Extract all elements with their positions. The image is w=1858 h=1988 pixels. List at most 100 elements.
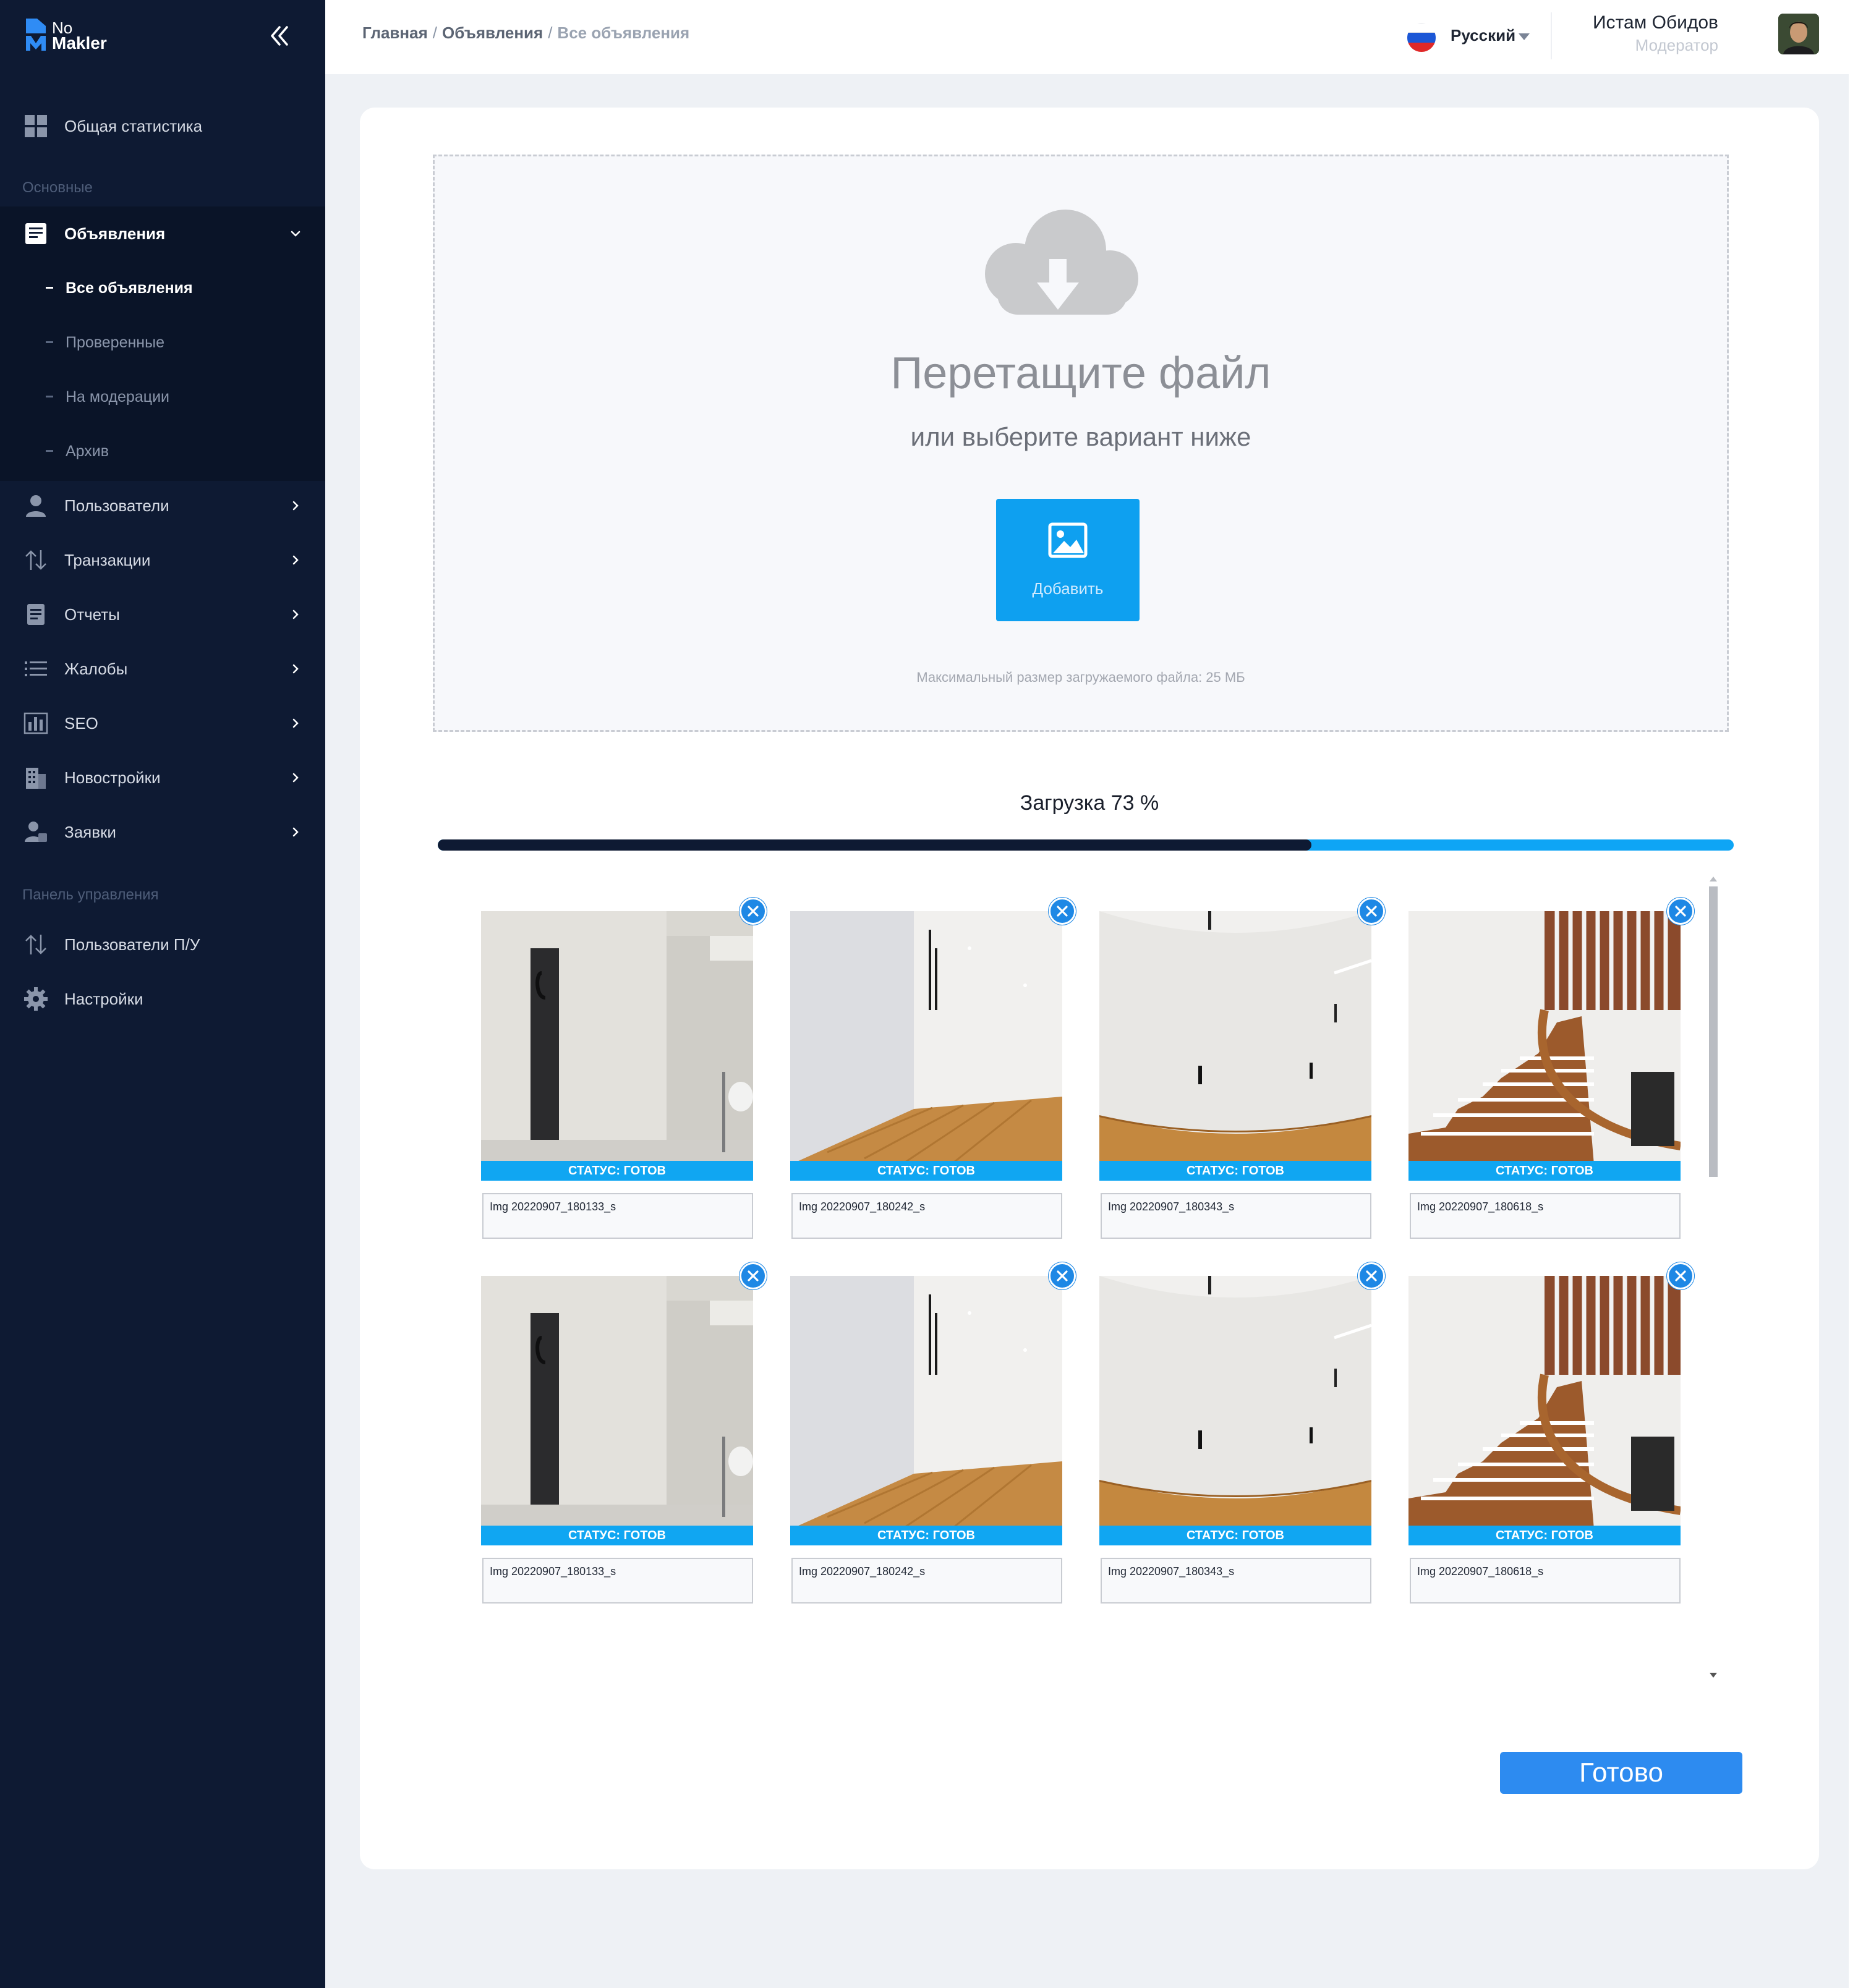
logo-mark-icon [26, 19, 46, 51]
image-thumbnail[interactable] [1408, 911, 1681, 1165]
sidebar-item-label: Настройки [64, 990, 143, 1008]
dropzone-title: Перетащите файл [890, 349, 1271, 398]
sidebar-item-requests[interactable]: Заявки [0, 805, 325, 859]
gear-icon [24, 987, 48, 1011]
image-thumbnail[interactable] [1099, 911, 1371, 1165]
close-icon [1366, 906, 1377, 917]
logo-text-bottom: Makler [52, 33, 107, 53]
cloud-download-icon [985, 210, 1138, 315]
sidebar-item-label: Отчеты [64, 605, 120, 624]
report-icon [27, 604, 45, 625]
image-status-badge: СТАТУС: ГОТОВ [1099, 1526, 1371, 1545]
sidebar: No Makler Общая статистика Основные Объя… [0, 0, 325, 1988]
scroll-thumb[interactable] [1709, 886, 1718, 1177]
bullet-dash [46, 341, 53, 343]
sidebar-item-label: Пользователи П/У [64, 935, 200, 954]
add-image-button[interactable]: Добавить [996, 499, 1140, 621]
image-thumbnail[interactable] [1099, 1276, 1371, 1529]
sidebar-subitem-all-ads[interactable]: Все объявления [0, 261, 325, 315]
user-name[interactable]: Истам Обидов [1593, 12, 1718, 33]
progress-fill [438, 839, 1311, 851]
breadcrumb-separator: / [548, 23, 553, 42]
image-tile[interactable]: СТАТУС: ГОТОВ Img 20220907_180618_s [1408, 898, 1694, 1239]
scroll-down-icon[interactable] [1710, 1673, 1717, 1678]
chevron-right-icon [292, 664, 299, 674]
page-scroll-edge [1849, 0, 1858, 1988]
image-tile[interactable]: СТАТУС: ГОТОВ Img 20220907_180133_s [481, 898, 767, 1239]
image-tile[interactable]: СТАТУС: ГОТОВ Img 20220907_180242_s [790, 1262, 1076, 1604]
caret-down-icon [1519, 33, 1530, 40]
image-name-field[interactable]: Img 20220907_180618_s [1410, 1558, 1681, 1604]
close-icon [1057, 906, 1068, 917]
add-image-label: Добавить [1032, 579, 1104, 598]
image-thumbnail[interactable] [790, 1276, 1062, 1529]
sidebar-item-new-buildings[interactable]: Новостройки [0, 750, 325, 805]
image-status-badge: СТАТУС: ГОТОВ [790, 1161, 1062, 1181]
sidebar-item-seo[interactable]: SEO [0, 696, 325, 750]
sidebar-item-dashboard[interactable]: Общая статистика [0, 99, 325, 153]
close-icon [1366, 1270, 1377, 1281]
image-tile[interactable]: СТАТУС: ГОТОВ Img 20220907_180343_s [1099, 898, 1385, 1239]
transactions-icon [25, 935, 46, 954]
language-selector[interactable]: Русский [1407, 20, 1543, 54]
max-size-note: Максимальный размер загружаемого файла: … [916, 669, 1245, 685]
sidebar-subitem-moderation[interactable]: На модерации [0, 370, 325, 424]
sidebar-item-ads[interactable]: Объявления [0, 206, 325, 261]
image-thumbnail[interactable] [481, 1276, 753, 1529]
sidebar-item-reports[interactable]: Отчеты [0, 587, 325, 642]
image-name-field[interactable]: Img 20220907_180343_s [1101, 1193, 1371, 1239]
remove-image-button[interactable] [1049, 898, 1076, 925]
file-dropzone[interactable]: Перетащите файл или выберите вариант ниж… [433, 155, 1729, 732]
image-tile[interactable]: СТАТУС: ГОТОВ Img 20220907_180343_s [1099, 1262, 1385, 1604]
image-name-field[interactable]: Img 20220907_180242_s [791, 1558, 1062, 1604]
sidebar-item-complaints[interactable]: Жалобы [0, 642, 325, 696]
russia-flag-icon [1407, 23, 1436, 52]
collapse-sidebar-icon[interactable] [267, 23, 292, 48]
sidebar-subitem-archive[interactable]: Архив [0, 424, 325, 478]
scroll-up-icon[interactable] [1710, 877, 1717, 881]
sidebar-subitem-label: Проверенные [66, 334, 164, 351]
image-tile[interactable]: СТАТУС: ГОТОВ Img 20220907_180618_s [1408, 1262, 1694, 1604]
building-icon [26, 768, 46, 789]
sidebar-item-settings[interactable]: Настройки [0, 972, 325, 1026]
remove-image-button[interactable] [1667, 898, 1694, 925]
breadcrumb-home[interactable]: Главная [362, 23, 428, 42]
remove-image-button[interactable] [1049, 1262, 1076, 1289]
image-name-field[interactable]: Img 20220907_180133_s [482, 1193, 753, 1239]
image-thumbnail[interactable] [1408, 1276, 1681, 1529]
image-status-badge: СТАТУС: ГОТОВ [481, 1161, 753, 1181]
remove-image-button[interactable] [1358, 1262, 1385, 1289]
gallery-scrollbar[interactable] [1705, 874, 1721, 1684]
ads-icon [25, 223, 46, 244]
image-name-field[interactable]: Img 20220907_180242_s [791, 1193, 1062, 1239]
image-thumbnail[interactable] [481, 911, 753, 1165]
remove-image-button[interactable] [739, 898, 767, 925]
image-name-field[interactable]: Img 20220907_180133_s [482, 1558, 753, 1604]
sidebar-item-transactions[interactable]: Транзакции [0, 533, 325, 587]
image-tile[interactable]: СТАТУС: ГОТОВ Img 20220907_180242_s [790, 898, 1076, 1239]
image-name-field[interactable]: Img 20220907_180343_s [1101, 1558, 1371, 1604]
close-icon [748, 906, 759, 917]
sidebar-subitem-label: На модерации [66, 388, 169, 406]
dashboard-icon [25, 115, 47, 137]
sidebar-item-label: Транзакции [64, 551, 151, 569]
close-icon [1675, 1270, 1686, 1281]
breadcrumb: Главная / Объявления / Все объявления [362, 23, 689, 43]
breadcrumb-ads[interactable]: Объявления [442, 23, 543, 42]
done-button[interactable]: Готово [1500, 1752, 1742, 1794]
remove-image-button[interactable] [1358, 898, 1385, 925]
user-role: Модератор [1635, 36, 1718, 54]
logo[interactable]: No Makler [25, 17, 117, 54]
image-tile[interactable]: СТАТУС: ГОТОВ Img 20220907_180133_s [481, 1262, 767, 1604]
chevron-right-icon [292, 718, 299, 728]
image-name-field[interactable]: Img 20220907_180618_s [1410, 1193, 1681, 1239]
sidebar-item-panel-users[interactable]: Пользователи П/У [0, 917, 325, 972]
image-thumbnail[interactable] [790, 911, 1062, 1165]
remove-image-button[interactable] [1667, 1262, 1694, 1289]
avatar[interactable] [1778, 14, 1819, 54]
sidebar-subitem-label: Все объявления [66, 279, 193, 297]
sidebar-item-label: Жалобы [64, 660, 128, 678]
remove-image-button[interactable] [739, 1262, 767, 1289]
sidebar-subitem-verified[interactable]: Проверенные [0, 315, 325, 370]
sidebar-item-users[interactable]: Пользователи [0, 478, 325, 533]
